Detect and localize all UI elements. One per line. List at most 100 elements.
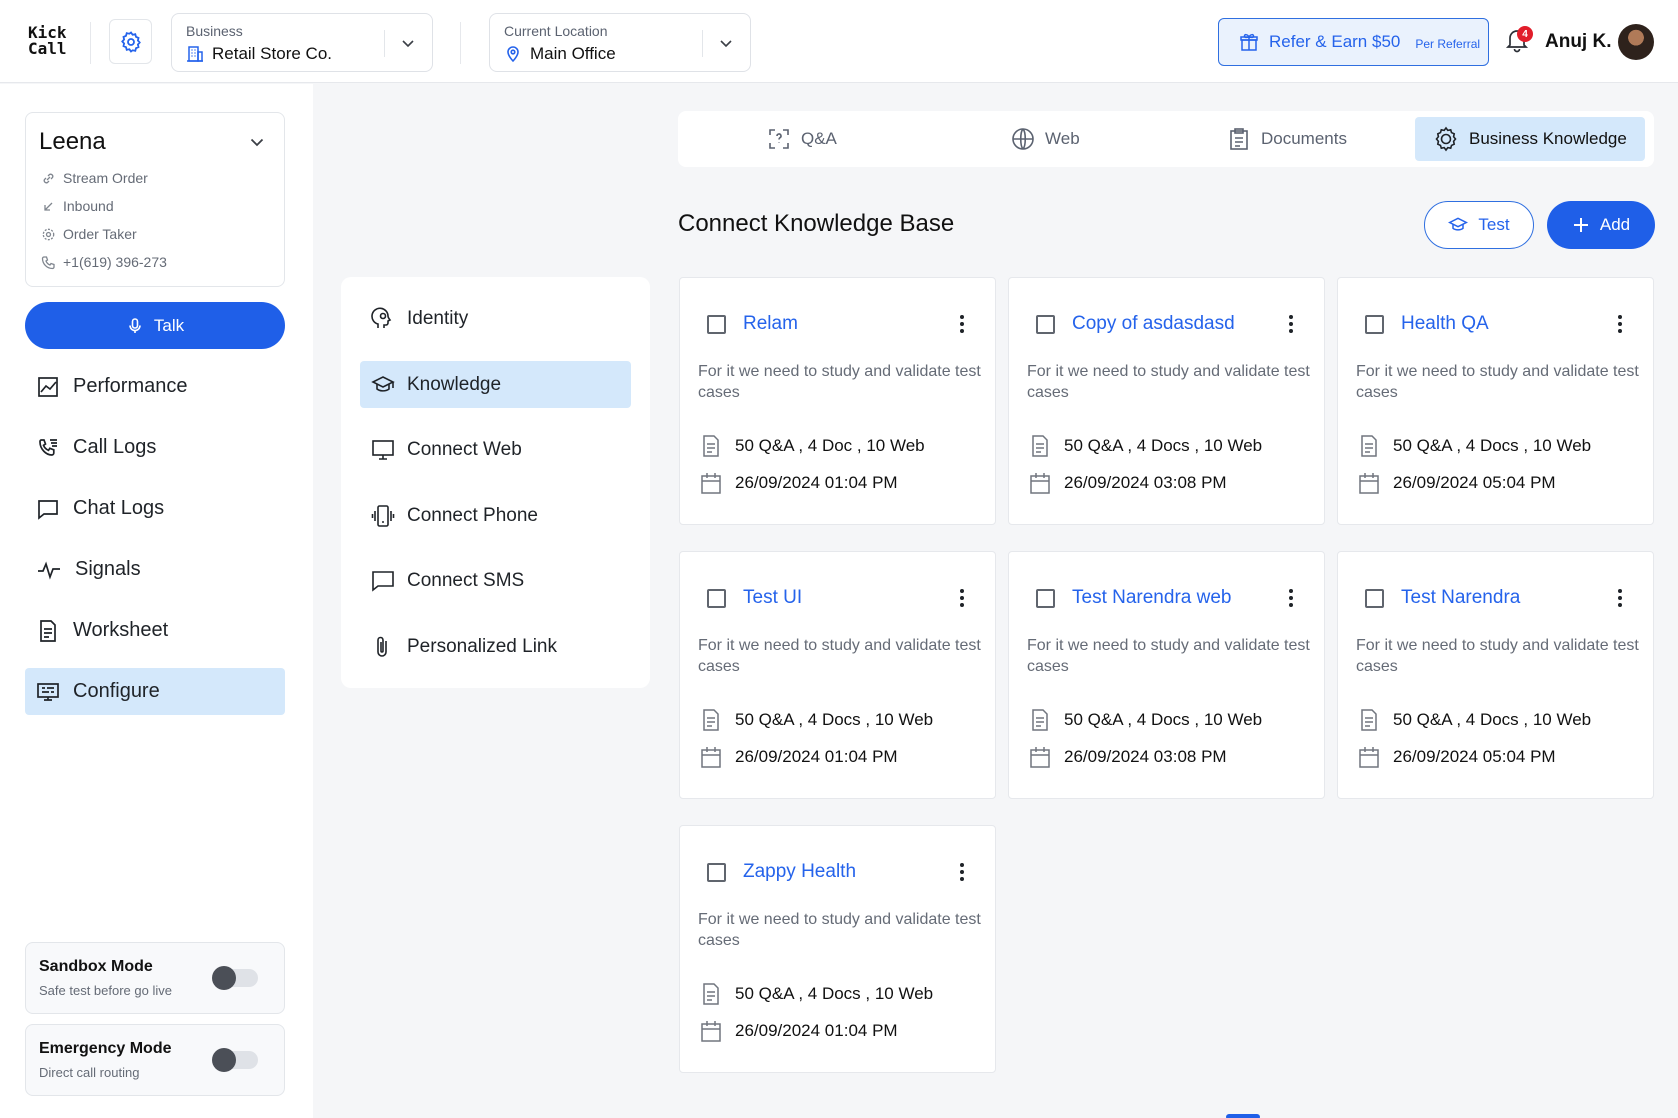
sandbox-mode-toggle[interactable]	[212, 966, 258, 990]
more-vertical-icon[interactable]	[959, 314, 965, 334]
tab-label: Web	[1045, 129, 1080, 148]
card-description: For it we need to study and validate tes…	[1027, 363, 1310, 401]
card-description: For it we need to study and validate tes…	[1356, 363, 1639, 401]
message-icon	[371, 569, 395, 593]
nav-item-performance[interactable]: Performance	[25, 363, 285, 410]
card-date: 26/09/2024 03:08 PM	[1029, 472, 1227, 494]
talk-button[interactable]: Talk	[25, 302, 285, 349]
card-date-text: 26/09/2024 03:08 PM	[1064, 473, 1227, 492]
graduation-cap-icon	[371, 373, 395, 397]
section-title: Connect Knowledge Base	[678, 210, 955, 237]
microphone-icon	[126, 317, 144, 335]
document-icon	[700, 709, 722, 731]
document-icon	[37, 619, 59, 642]
chevron-down-icon[interactable]	[718, 35, 734, 51]
card-checkbox[interactable]	[707, 589, 726, 608]
calendar-icon	[700, 472, 722, 494]
location-selector[interactable]: Current Location Main Office	[489, 13, 751, 72]
more-vertical-icon[interactable]	[1617, 314, 1623, 334]
location-label: Current Location	[504, 23, 608, 39]
nav-item-chat-logs[interactable]: Chat Logs	[25, 485, 285, 532]
avatar[interactable]	[1618, 24, 1654, 60]
emergency-mode-toggle[interactable]	[212, 1048, 258, 1072]
config-item-connect-web[interactable]: Connect Web	[360, 426, 631, 473]
nav-label: Worksheet	[73, 619, 169, 641]
config-item-identity[interactable]: Identity	[360, 295, 631, 342]
gear-small-icon	[41, 227, 56, 242]
card-description: For it we need to study and validate tes…	[1356, 637, 1639, 675]
knowledge-card[interactable]: Test Narendra web For it we need to study…	[1008, 551, 1325, 799]
agent-role: Order Taker	[41, 226, 137, 242]
chevron-down-icon[interactable]	[400, 35, 416, 51]
app-logo[interactable]: Kick Call	[28, 25, 67, 57]
card-checkbox[interactable]	[1036, 315, 1055, 334]
knowledge-card[interactable]: Test UI For it we need to study and valid…	[679, 551, 996, 799]
tab-documents[interactable]: Documents	[1227, 117, 1347, 161]
card-checkbox[interactable]	[1365, 315, 1384, 334]
business-value: Retail Store Co.	[212, 44, 332, 63]
config-item-label: Connect Web	[407, 438, 522, 460]
settings-button[interactable]	[109, 19, 152, 64]
test-button[interactable]: Test	[1424, 201, 1534, 249]
card-checkbox[interactable]	[707, 315, 726, 334]
card-title[interactable]: Zappy Health	[743, 861, 856, 883]
config-item-personalized-link[interactable]: Personalized Link	[360, 623, 631, 670]
tab-web[interactable]: Web	[1011, 117, 1080, 161]
card-title[interactable]: Test Narendra	[1401, 587, 1520, 609]
emergency-mode-card: Emergency Mode Direct call routing	[25, 1024, 285, 1096]
card-title[interactable]: Relam	[743, 313, 798, 335]
more-vertical-icon[interactable]	[959, 862, 965, 882]
top-bar: Kick Call Business Retail Store Co. Curr…	[0, 0, 1678, 83]
refer-main-text: Refer & Earn $50	[1269, 32, 1401, 51]
more-vertical-icon[interactable]	[1617, 588, 1623, 608]
card-counts: 50 Q&A , 4 Docs , 10 Web	[700, 709, 933, 731]
card-counts-text: 50 Q&A , 4 Docs , 10 Web	[735, 984, 934, 1003]
knowledge-card[interactable]: Copy of asdasdasd For it we need to study…	[1008, 277, 1325, 525]
config-item-connect-phone[interactable]: Connect Phone	[360, 492, 631, 539]
tab-business-knowledge[interactable]: Business Knowledge	[1415, 117, 1645, 161]
tab-label: Business Knowledge	[1469, 129, 1627, 148]
card-counts: 50 Q&A , 4 Docs , 10 Web	[1358, 435, 1591, 457]
config-item-connect-sms[interactable]: Connect SMS	[360, 557, 631, 604]
card-title[interactable]: Test Narendra web	[1072, 587, 1231, 609]
knowledge-tabs: Q&A Web Documents Business Knowledge	[678, 111, 1654, 167]
knowledge-card[interactable]: Health QA For it we need to study and val…	[1337, 277, 1654, 525]
knowledge-card[interactable]: Test Narendra For it we need to study and…	[1337, 551, 1654, 799]
nav-item-worksheet[interactable]: Worksheet	[25, 607, 285, 654]
card-counts: 50 Q&A , 4 Doc , 10 Web	[700, 435, 925, 457]
card-title[interactable]: Health QA	[1401, 313, 1489, 335]
add-button[interactable]: Add	[1547, 201, 1655, 249]
more-vertical-icon[interactable]	[1288, 588, 1294, 608]
business-selector[interactable]: Business Retail Store Co.	[171, 13, 433, 72]
config-item-knowledge[interactable]: Knowledge	[360, 361, 631, 408]
card-date-text: 26/09/2024 01:04 PM	[735, 473, 898, 492]
toggle-knob	[212, 1048, 236, 1072]
more-vertical-icon[interactable]	[959, 588, 965, 608]
nav-item-call-logs[interactable]: Call Logs	[25, 424, 285, 471]
card-counts: 50 Q&A , 4 Docs , 10 Web	[700, 983, 933, 1005]
card-counts-text: 50 Q&A , 4 Docs , 10 Web	[735, 710, 934, 729]
card-title[interactable]: Test UI	[743, 587, 802, 609]
knowledge-card[interactable]: Zappy Health For it we need to study and …	[679, 825, 996, 1073]
card-checkbox[interactable]	[707, 863, 726, 882]
nav-label: Performance	[73, 375, 188, 397]
user-name[interactable]: Anuj K.	[1545, 31, 1612, 53]
card-title[interactable]: Copy of asdasdasd	[1072, 313, 1235, 335]
knowledge-card[interactable]: Relam For it we need to study and validat…	[679, 277, 996, 525]
nav-item-configure[interactable]: Configure	[25, 668, 285, 715]
nav-item-signals[interactable]: Signals	[25, 546, 285, 593]
link-icon	[41, 171, 56, 186]
refer-earn-button[interactable]: Refer & Earn $50 Per Referral	[1218, 18, 1489, 66]
more-vertical-icon[interactable]	[1288, 314, 1294, 334]
agent-card[interactable]: Leena Stream Order Inbound Order Taker +…	[25, 112, 285, 287]
chat-icon	[37, 498, 59, 520]
card-description: For it we need to study and validate tes…	[1027, 637, 1310, 675]
tab-qa[interactable]: Q&A	[767, 117, 837, 161]
scroll-indicator[interactable]	[1226, 1114, 1260, 1118]
card-checkbox[interactable]	[1036, 589, 1055, 608]
toggle-subtitle: Safe test before go live	[39, 983, 172, 998]
chart-icon	[37, 376, 59, 398]
card-checkbox[interactable]	[1365, 589, 1384, 608]
config-menu: Identity Knowledge Connect Web Connect P…	[341, 277, 650, 688]
chevron-down-icon[interactable]	[248, 133, 266, 151]
